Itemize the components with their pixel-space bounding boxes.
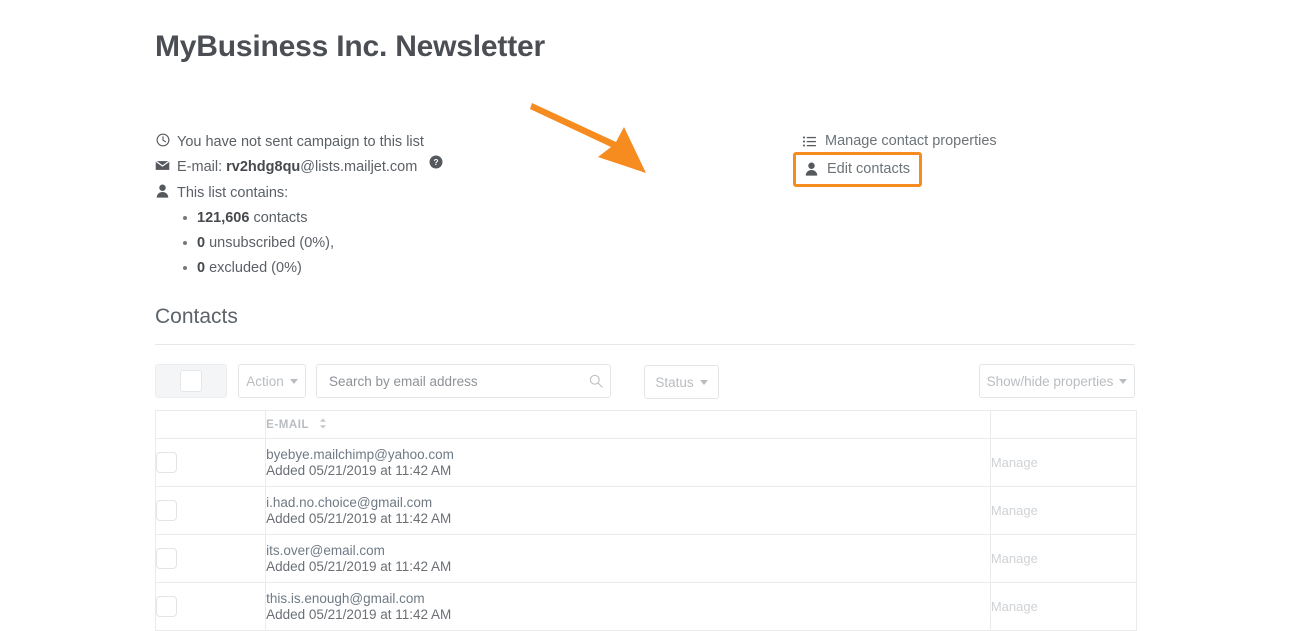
select-all-checkbox[interactable] (180, 370, 202, 392)
list-action-links: Manage contact properties Edit contacts (793, 130, 997, 187)
column-header-email-label: E-MAIL (266, 418, 309, 431)
contact-added-date: Added 05/21/2019 at 11:42 AM (266, 606, 452, 622)
edit-contacts-label: Edit contacts (827, 161, 911, 177)
list-contains-text: This list contains: (177, 184, 289, 201)
clock-icon (155, 130, 170, 150)
row-email-cell: its.over@email.com Added 05/21/2019 at 1… (265, 534, 991, 583)
campaign-status-text: You have not sent campaign to this list (177, 134, 424, 150)
manage-contact-link[interactable]: Manage (991, 551, 1038, 566)
status-dropdown-button[interactable]: Status (644, 365, 719, 399)
manage-contact-link[interactable]: Manage (991, 599, 1038, 614)
search-input[interactable] (317, 365, 582, 397)
contact-email-link[interactable]: its.over@email.com (266, 543, 990, 558)
row-checkbox-cell[interactable] (154, 534, 267, 583)
table-row[interactable]: i.had.no.choice@gmail.com Added 05/21/20… (154, 486, 1138, 535)
campaign-status-line: You have not sent campaign to this list (155, 130, 625, 155)
row-manage-cell[interactable]: Manage (989, 438, 1138, 487)
list-icon (802, 134, 817, 149)
column-header-manage (989, 410, 1138, 439)
table-row[interactable]: this.is.enough@gmail.com Added 05/21/201… (154, 582, 1138, 631)
contacts-table-body: byebye.mailchimp@yahoo.com Added 05/21/2… (154, 438, 1138, 631)
contact-added-date: Added 05/21/2019 at 11:42 AM (266, 510, 452, 526)
manage-contact-link[interactable]: Manage (991, 503, 1038, 518)
person-icon (155, 181, 170, 201)
edit-contacts-highlight-box: Edit contacts (793, 152, 923, 187)
contact-email-link[interactable]: i.had.no.choice@gmail.com (266, 495, 990, 510)
show-hide-properties-label: Show/hide properties (986, 373, 1114, 389)
stat-label: contacts (253, 210, 308, 227)
row-checkbox[interactable] (156, 596, 177, 617)
row-checkbox-cell[interactable] (154, 582, 267, 631)
list-item: 0 unsubscribed (0%), (183, 231, 625, 256)
contacts-section-title: Contacts (155, 305, 238, 328)
chevron-down-icon (289, 378, 298, 384)
page-title: MyBusiness Inc. Newsletter (155, 30, 545, 63)
manage-contact-properties-link[interactable]: Manage contact properties (802, 130, 997, 152)
email-local-part: rv2hdg8qu (226, 159, 301, 176)
edit-contacts-link[interactable]: Edit contacts (804, 158, 910, 180)
column-header-checkbox (154, 410, 267, 439)
row-checkbox[interactable] (156, 548, 177, 569)
contact-email-link[interactable]: this.is.enough@gmail.com (266, 591, 990, 606)
row-email-cell: this.is.enough@gmail.com Added 05/21/201… (265, 582, 991, 631)
chevron-down-icon (1119, 378, 1128, 384)
show-hide-properties-button[interactable]: Show/hide properties (979, 364, 1135, 398)
stat-value: 121,606 (197, 210, 250, 227)
envelope-icon (155, 155, 170, 175)
status-dropdown-label: Status (655, 374, 694, 390)
stat-label: unsubscribed (0%), (209, 235, 335, 252)
row-checkbox[interactable] (156, 452, 177, 473)
row-email-cell: i.had.no.choice@gmail.com Added 05/21/20… (265, 486, 991, 535)
contact-email-link[interactable]: byebye.mailchimp@yahoo.com (266, 447, 990, 462)
section-divider (155, 344, 1135, 345)
row-checkbox-cell[interactable] (154, 486, 267, 535)
list-info-block: You have not sent campaign to this list … (155, 130, 625, 281)
list-item: 0 excluded (0%) (183, 256, 625, 281)
search-icon[interactable] (582, 374, 610, 388)
action-dropdown-button[interactable]: Action (238, 364, 306, 398)
chevron-down-icon (699, 379, 708, 385)
list-contains-line: This list contains: (155, 181, 625, 206)
svg-text:?: ? (434, 158, 439, 168)
contact-added-date: Added 05/21/2019 at 11:42 AM (266, 558, 452, 574)
table-row[interactable]: byebye.mailchimp@yahoo.com Added 05/21/2… (154, 438, 1138, 487)
list-email-text: E-mail: rv2hdg8qu@lists.mailjet.com (177, 155, 417, 180)
contacts-table: E-MAIL byebye.mailchimp@yahoo.com Added … (154, 410, 1138, 631)
row-checkbox-cell[interactable] (154, 438, 267, 487)
manage-contact-properties-label: Manage contact properties (825, 133, 997, 149)
table-header-row: E-MAIL (154, 410, 1138, 439)
person-icon (804, 162, 819, 177)
stat-value: 0 (197, 235, 206, 252)
contacts-toolbar: Action Status Show/hide properties (155, 364, 1135, 400)
column-header-email[interactable]: E-MAIL (265, 410, 991, 439)
row-email-cell: byebye.mailchimp@yahoo.com Added 05/21/2… (265, 438, 991, 487)
email-label: E-mail: (177, 159, 223, 176)
stat-value: 0 (197, 260, 206, 276)
search-field-wrapper[interactable] (316, 364, 611, 398)
action-dropdown-label: Action (246, 373, 284, 389)
list-email-line: E-mail: rv2hdg8qu@lists.mailjet.com ? (155, 155, 625, 180)
list-stats: 121,606 contacts 0 unsubscribed (0%), 0 … (155, 206, 625, 281)
list-item: 121,606 contacts (183, 206, 625, 231)
sort-updown-icon[interactable] (319, 417, 327, 432)
contact-added-date: Added 05/21/2019 at 11:42 AM (266, 462, 452, 478)
email-domain-part: @lists.mailjet.com (300, 159, 418, 176)
table-row[interactable]: its.over@email.com Added 05/21/2019 at 1… (154, 534, 1138, 583)
row-manage-cell[interactable]: Manage (989, 534, 1138, 583)
select-all-button[interactable] (155, 364, 227, 398)
row-manage-cell[interactable]: Manage (989, 486, 1138, 535)
manage-contact-link[interactable]: Manage (991, 455, 1038, 470)
stat-label: excluded (0%) (209, 260, 302, 276)
help-circle-icon[interactable]: ? (429, 155, 443, 169)
row-manage-cell[interactable]: Manage (989, 582, 1138, 631)
row-checkbox[interactable] (156, 500, 177, 521)
